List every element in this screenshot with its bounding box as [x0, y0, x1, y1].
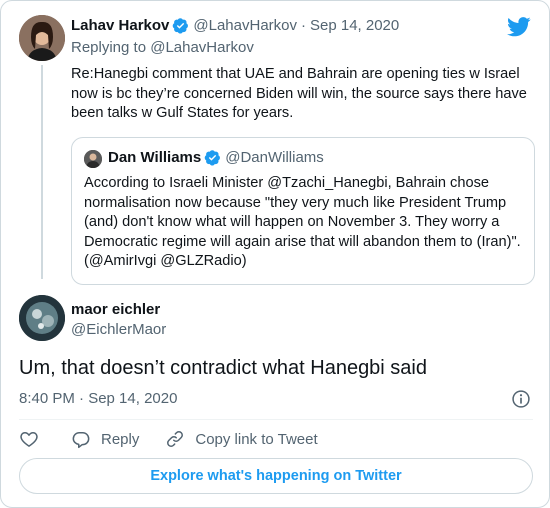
- divider: [19, 419, 533, 420]
- copy-link-button[interactable]: Copy link to Tweet: [165, 429, 318, 449]
- reply-icon: [72, 432, 90, 449]
- quoted-tweet-header: Dan Williams @DanWilliams: [108, 149, 324, 166]
- author-name[interactable]: Lahav Harkov: [71, 17, 169, 34]
- quoted-tweet-text: According to Israeli Minister @Tzachi_Ha…: [84, 175, 521, 269]
- verified-badge-icon: [204, 149, 221, 166]
- reply-button[interactable]: Reply: [71, 429, 139, 449]
- embedded-tweet-card: Lahav Harkov @LahavHarkov · Sep 14, 2020…: [0, 0, 550, 508]
- tweet-timestamp[interactable]: 8:40 PM · Sep 14, 2020: [19, 390, 177, 407]
- tweet-text: Um, that doesn’t contradict what Hanegbi…: [19, 357, 427, 379]
- author-handle[interactable]: @EichlerMaor: [71, 321, 166, 338]
- parent-tweet-header: Lahav Harkov @LahavHarkov · Sep 14, 2020: [71, 17, 399, 34]
- parent-tweet-text: Re:Hanegbi comment that UAE and Bahrain …: [71, 66, 527, 121]
- info-icon[interactable]: [511, 389, 531, 409]
- avatar[interactable]: [19, 15, 65, 61]
- thread-line: [41, 65, 43, 279]
- twitter-bird-icon[interactable]: [507, 17, 531, 37]
- reply-label: Reply: [101, 430, 140, 448]
- avatar[interactable]: [19, 295, 65, 341]
- like-button[interactable]: [19, 429, 39, 449]
- quoted-author-name: Dan Williams: [108, 149, 202, 166]
- tweet-actions: Reply Copy link to Tweet: [19, 429, 318, 449]
- heart-icon: [20, 432, 38, 447]
- replying-to[interactable]: Replying to @LahavHarkov: [71, 39, 254, 56]
- author-name[interactable]: maor eichler: [71, 301, 160, 318]
- separator-dot: ·: [301, 17, 306, 34]
- verified-badge-icon: [172, 17, 189, 34]
- quoted-tweet[interactable]: Dan Williams @DanWilliams According to I…: [71, 137, 535, 285]
- link-icon: [167, 431, 184, 447]
- author-handle[interactable]: @LahavHarkov: [193, 17, 297, 34]
- avatar: [84, 150, 102, 168]
- quoted-author-handle: @DanWilliams: [225, 149, 324, 166]
- tweet-date[interactable]: Sep 14, 2020: [310, 17, 399, 34]
- copy-link-label: Copy link to Tweet: [195, 430, 318, 448]
- explore-button[interactable]: Explore what's happening on Twitter: [19, 458, 533, 494]
